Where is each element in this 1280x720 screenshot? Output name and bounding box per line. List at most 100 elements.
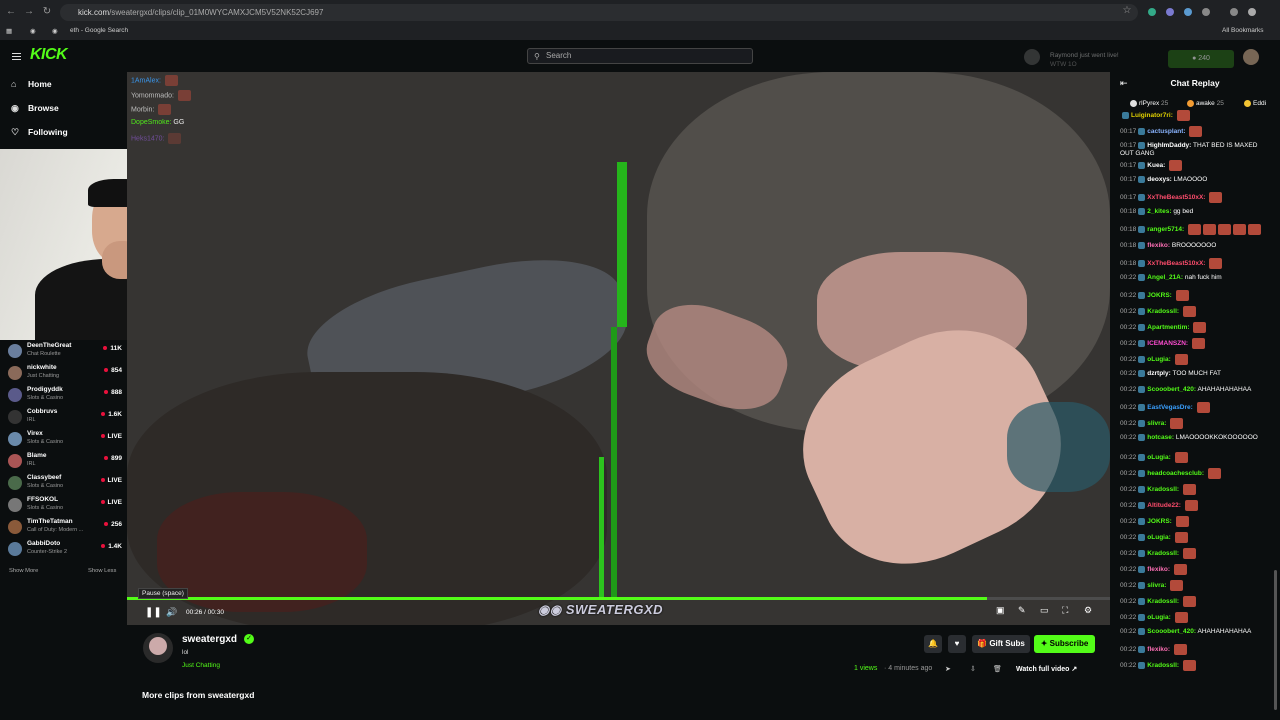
channel-item[interactable]: GabbiDoto Counter-Strike 2 1.4K	[8, 539, 122, 561]
pinned-gifter[interactable]: rlPyrex 25	[1130, 100, 1168, 107]
clip-icon[interactable]: ✎	[1018, 605, 1026, 616]
chat-message: 00:18 flexiko: BROOOOOOO	[1120, 242, 1270, 250]
fullscreen-icon[interactable]: ⛶	[1062, 605, 1068, 616]
chat-username[interactable]: oLugia:	[1147, 356, 1170, 363]
channel-item[interactable]: Blame IRL 899	[8, 451, 122, 473]
chat-username[interactable]: deoxys:	[1147, 176, 1172, 183]
chat-username[interactable]: Apartmentim:	[1147, 324, 1189, 331]
subscribe-button[interactable]: ✦ Subscribe	[1034, 635, 1095, 653]
delete-icon[interactable]: 🗑	[993, 665, 1002, 673]
star-icon[interactable]: ☆	[1120, 4, 1134, 18]
sub-badge-icon	[1138, 208, 1146, 215]
watch-full-video-link[interactable]: Watch full video ↗	[1016, 665, 1077, 673]
pinned-gifter[interactable]: Eddi	[1244, 100, 1266, 107]
address-bar[interactable]: kick.com/sweatergxd/clips/clip_01M0WYCAM…	[60, 4, 1138, 21]
chat-username[interactable]: Kradossll:	[1147, 486, 1179, 493]
heart-icon[interactable]: ♥	[948, 635, 966, 653]
chat-username[interactable]: Altitude22:	[1147, 502, 1181, 509]
show-more-link[interactable]: Show More	[9, 568, 38, 574]
chat-scrollbar[interactable]	[1274, 570, 1277, 710]
pause-button[interactable]: ❚❚	[145, 607, 162, 618]
chat-username[interactable]: XxTheBeast510xX:	[1147, 260, 1205, 267]
chat-username[interactable]: dzrtply:	[1147, 370, 1170, 377]
chat-username[interactable]: Kradossll:	[1147, 550, 1179, 557]
extension-icon[interactable]	[1202, 8, 1210, 16]
chat-username[interactable]: Kradossll:	[1147, 662, 1179, 669]
chat-username[interactable]: JOKRS:	[1147, 518, 1172, 525]
emote-icon	[1182, 548, 1196, 559]
menu-icon[interactable]	[12, 53, 21, 60]
apps-icon[interactable]: ▦	[6, 27, 12, 35]
sidebar-item-browse[interactable]: ◉ Browse	[0, 99, 126, 117]
gift-subs-button[interactable]: 🎁 Gift Subs	[972, 635, 1030, 653]
channel-item[interactable]: Prodigyddk Slots & Casino 888	[8, 385, 122, 407]
chat-username[interactable]: ranger5714:	[1147, 226, 1184, 233]
reload-icon[interactable]: ↻	[40, 5, 54, 19]
chat-username[interactable]: HighImDaddy:	[1147, 142, 1191, 149]
download-icon[interactable]: ⇩	[970, 665, 976, 673]
bookmark-icon[interactable]: ◉	[30, 27, 36, 35]
channel-item[interactable]: DeenTheGreat Chat Roulette 11K	[8, 341, 122, 363]
chat-username[interactable]: EastVegasDre:	[1147, 404, 1193, 411]
chat-username[interactable]: Scooobert_420:	[1147, 628, 1196, 635]
kick-logo[interactable]: KICK	[30, 46, 68, 64]
chat-username[interactable]: slivra:	[1147, 582, 1166, 589]
chat-timestamp: 00:22	[1120, 370, 1137, 378]
chat-username[interactable]: Kradossll:	[1147, 308, 1179, 315]
chat-username[interactable]: Angel_21A:	[1147, 274, 1183, 281]
channel-item[interactable]: nickwhite Just Chatting 854	[8, 363, 122, 385]
pinned-gifter[interactable]: awake 25	[1187, 100, 1224, 107]
channel-item[interactable]: Cobbruvs IRL 1.6K	[8, 407, 122, 429]
chat-username[interactable]: Luiginator7ri:	[1131, 112, 1173, 119]
all-bookmarks[interactable]: All Bookmarks	[1222, 27, 1264, 34]
chat-username[interactable]: XxTheBeast510xX:	[1147, 194, 1205, 201]
chat-username[interactable]: Kuea:	[1147, 162, 1165, 169]
chat-username[interactable]: 2_kites:	[1147, 208, 1171, 215]
coins-button[interactable]: ● 240	[1168, 50, 1234, 68]
sub-badge-icon	[1138, 162, 1146, 169]
sidebar-item-home[interactable]: ⌂ Home	[0, 75, 126, 93]
chat-username[interactable]: slivra:	[1147, 420, 1166, 427]
channel-item[interactable]: FFSOKOL Slots & Casino LIVE	[8, 495, 122, 517]
bookmark-icon[interactable]: ◉	[52, 27, 58, 35]
chat-username[interactable]: JOKRS:	[1147, 292, 1172, 299]
theater-icon[interactable]: ▣	[996, 605, 1005, 616]
video-player[interactable]: 1AmAlex: Yomommado: Morbin: DopeSmoke: G…	[127, 72, 1110, 625]
volume-icon[interactable]: 🔊	[166, 607, 177, 618]
forward-icon[interactable]: →	[22, 5, 36, 19]
extension-icon[interactable]	[1184, 8, 1192, 16]
extension-icon[interactable]	[1230, 8, 1238, 16]
channel-name[interactable]: sweatergxd	[182, 634, 237, 645]
share-icon[interactable]: ➤	[945, 665, 951, 673]
user-avatar[interactable]	[1243, 49, 1259, 65]
chat-username[interactable]: flexiko:	[1147, 646, 1170, 653]
chat-username[interactable]: headcoachesclub:	[1147, 470, 1204, 477]
channel-item[interactable]: TimTheTatman Call of Duty: Modern ... 256	[8, 517, 122, 539]
channel-item[interactable]: Virex Slots & Casino LIVE	[8, 429, 122, 451]
category-link[interactable]: Just Chatting	[182, 662, 220, 669]
sidebar-item-following[interactable]: ♡ Following	[0, 123, 126, 141]
chat-username[interactable]: Kradossll:	[1147, 598, 1179, 605]
channel-avatar[interactable]	[143, 633, 173, 663]
pip-icon[interactable]: ▭	[1040, 605, 1049, 616]
chat-username[interactable]: ICEMANSZN:	[1147, 340, 1188, 347]
chat-username[interactable]: Scooobert_420:	[1147, 386, 1196, 393]
extension-icon[interactable]	[1148, 8, 1156, 16]
chat-username[interactable]: cactusplant:	[1147, 128, 1185, 135]
show-less-link[interactable]: Show Less	[88, 568, 116, 574]
bell-icon[interactable]: 🔔	[924, 635, 942, 653]
channel-item[interactable]: Classybeef Slots & Casino LIVE	[8, 473, 122, 495]
chat-username[interactable]: oLugia:	[1147, 534, 1170, 541]
search-input[interactable]: ⚲ Search	[527, 48, 753, 64]
bookmark-eth[interactable]: eth - Google Search	[70, 27, 128, 34]
chat-username[interactable]: oLugia:	[1147, 614, 1170, 621]
chat-username[interactable]: hotcase:	[1147, 434, 1174, 441]
chat-username[interactable]: flexiko:	[1147, 242, 1170, 249]
chat-username[interactable]: oLugia:	[1147, 454, 1170, 461]
video-progress-bar[interactable]	[127, 597, 1110, 600]
settings-icon[interactable]: ⚙	[1084, 605, 1092, 616]
chat-username[interactable]: flexiko:	[1147, 566, 1170, 573]
back-icon[interactable]: ←	[4, 5, 18, 19]
profile-icon[interactable]	[1248, 8, 1256, 16]
extension-icon[interactable]	[1166, 8, 1174, 16]
